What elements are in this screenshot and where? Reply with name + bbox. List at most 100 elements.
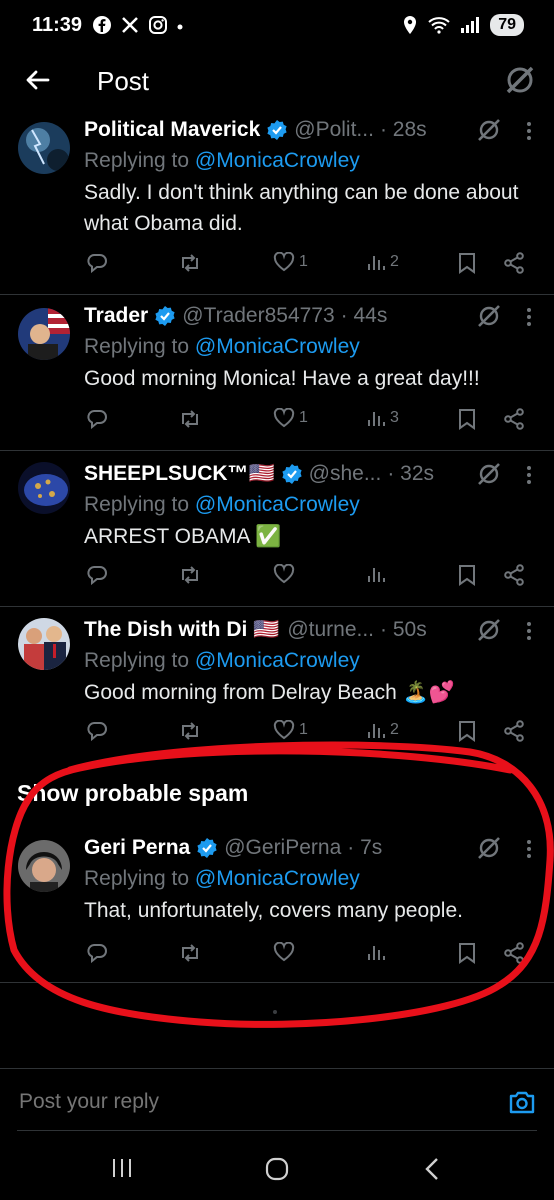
repost-button[interactable] <box>178 942 202 964</box>
reply-button[interactable] <box>86 564 108 586</box>
author-name[interactable]: SHEEPLSUCK™🇺🇸 <box>84 462 275 486</box>
views-button[interactable]: 2 <box>366 252 399 272</box>
bookmark-button[interactable] <box>458 564 476 586</box>
replying-to: Replying to @MonicaCrowley <box>84 649 360 672</box>
x-logo-icon <box>122 17 138 33</box>
views-icon <box>368 724 385 738</box>
camera-icon[interactable] <box>508 1089 536 1115</box>
reply-post[interactable]: SHEEPLSUCK™🇺🇸 @she... · 32s Replying to … <box>0 450 554 607</box>
facebook-icon <box>93 16 111 34</box>
mention-link[interactable]: @MonicaCrowley <box>195 649 360 672</box>
like-button[interactable]: 1 <box>273 252 308 272</box>
like-button[interactable]: 1 <box>273 720 308 740</box>
repost-icon <box>182 566 198 584</box>
more-options-icon[interactable] <box>526 121 532 141</box>
mention-link[interactable]: @MonicaCrowley <box>195 149 360 172</box>
repost-button[interactable] <box>178 720 202 742</box>
grok-icon[interactable] <box>476 117 502 143</box>
battery-indicator: 79 <box>490 14 524 36</box>
more-options-icon[interactable] <box>526 465 532 485</box>
mention-link[interactable]: @MonicaCrowley <box>195 335 360 358</box>
reply-icon <box>87 722 107 742</box>
author-name[interactable]: Political Maverick <box>84 118 260 142</box>
grok-icon[interactable] <box>476 617 502 643</box>
recent-apps-icon[interactable] <box>110 1156 134 1180</box>
views-button[interactable] <box>366 942 390 962</box>
like-button[interactable] <box>273 942 299 962</box>
back-icon[interactable] <box>422 1156 442 1182</box>
reply-post[interactable]: Political Maverick @Polit... · 28s Reply… <box>0 112 554 295</box>
avatar[interactable] <box>18 618 70 670</box>
post-time: · 50s <box>380 618 427 641</box>
repost-button[interactable] <box>178 252 202 274</box>
home-icon[interactable] <box>264 1156 290 1182</box>
reply-composer <box>0 1068 554 1131</box>
repost-button[interactable] <box>178 564 202 586</box>
like-button[interactable] <box>273 564 299 584</box>
mention-link[interactable]: @MonicaCrowley <box>195 867 360 890</box>
notification-dot-icon <box>177 24 183 30</box>
share-icon <box>504 564 524 586</box>
post-text: Good morning from Delray Beach 🏝️💕 <box>84 681 455 704</box>
reply-button[interactable] <box>86 252 108 274</box>
back-arrow-icon[interactable] <box>24 66 52 94</box>
mention-link[interactable]: @MonicaCrowley <box>195 493 360 516</box>
show-probable-spam-button[interactable]: Show probable spam <box>17 780 248 807</box>
heart-icon <box>273 564 295 584</box>
like-count: 1 <box>299 253 308 270</box>
views-button[interactable]: 2 <box>366 720 399 740</box>
grok-icon[interactable] <box>476 835 502 861</box>
bookmark-button[interactable] <box>458 252 476 274</box>
share-icon <box>504 252 524 274</box>
author-handle[interactable]: @she... <box>309 462 382 486</box>
repost-button[interactable] <box>178 408 202 430</box>
reply-button[interactable] <box>86 408 108 430</box>
more-options-icon[interactable] <box>526 839 532 859</box>
reply-input[interactable] <box>17 1089 441 1115</box>
replying-to: Replying to @MonicaCrowley <box>84 149 360 172</box>
avatar[interactable] <box>18 122 70 174</box>
like-button[interactable]: 1 <box>273 408 308 428</box>
share-button[interactable] <box>503 720 525 742</box>
repost-icon <box>182 254 198 272</box>
share-button[interactable] <box>503 564 525 586</box>
heart-icon <box>273 942 295 962</box>
post-text: Good morning Monica! Have a great day!!! <box>84 367 480 390</box>
share-button[interactable] <box>503 252 525 274</box>
author-name[interactable]: Geri Perna <box>84 836 190 860</box>
bookmark-button[interactable] <box>458 720 476 742</box>
views-button[interactable]: 3 <box>366 408 399 428</box>
author-handle[interactable]: @Trader854773 <box>182 304 334 328</box>
grok-icon[interactable] <box>504 64 536 96</box>
grok-icon[interactable] <box>476 461 502 487</box>
more-options-icon[interactable] <box>526 621 532 641</box>
bookmark-button[interactable] <box>458 942 476 964</box>
heart-icon <box>273 720 295 740</box>
reply-button[interactable] <box>86 942 108 964</box>
bookmark-icon <box>459 253 475 274</box>
reply-icon <box>87 410 107 430</box>
author-name[interactable]: Trader <box>84 304 148 328</box>
repost-icon <box>182 410 198 428</box>
system-navigation-bar <box>0 1140 554 1200</box>
views-button[interactable] <box>366 564 390 584</box>
reply-button[interactable] <box>86 720 108 742</box>
reply-post[interactable]: Geri Perna @GeriPerna · 7s Replying to @… <box>0 826 554 983</box>
reply-post[interactable]: The Dish with Di 🇺🇸 @turne... · 50s Repl… <box>0 606 554 756</box>
reply-post[interactable]: Trader @Trader854773 · 44s Replying to @… <box>0 294 554 451</box>
share-button[interactable] <box>503 408 525 430</box>
bookmark-button[interactable] <box>458 408 476 430</box>
author-handle[interactable]: @turne... <box>287 618 374 642</box>
reply-icon <box>87 566 107 586</box>
replying-to: Replying to @MonicaCrowley <box>84 493 360 516</box>
author-name[interactable]: The Dish with Di 🇺🇸 <box>84 618 279 642</box>
share-button[interactable] <box>503 942 525 964</box>
avatar[interactable] <box>18 462 70 514</box>
author-handle[interactable]: @GeriPerna <box>224 836 341 860</box>
more-options-icon[interactable] <box>526 307 532 327</box>
avatar[interactable] <box>18 840 70 892</box>
avatar[interactable] <box>18 308 70 360</box>
author-handle[interactable]: @Polit... <box>294 118 374 142</box>
grok-icon[interactable] <box>476 303 502 329</box>
bookmark-icon <box>459 721 475 742</box>
